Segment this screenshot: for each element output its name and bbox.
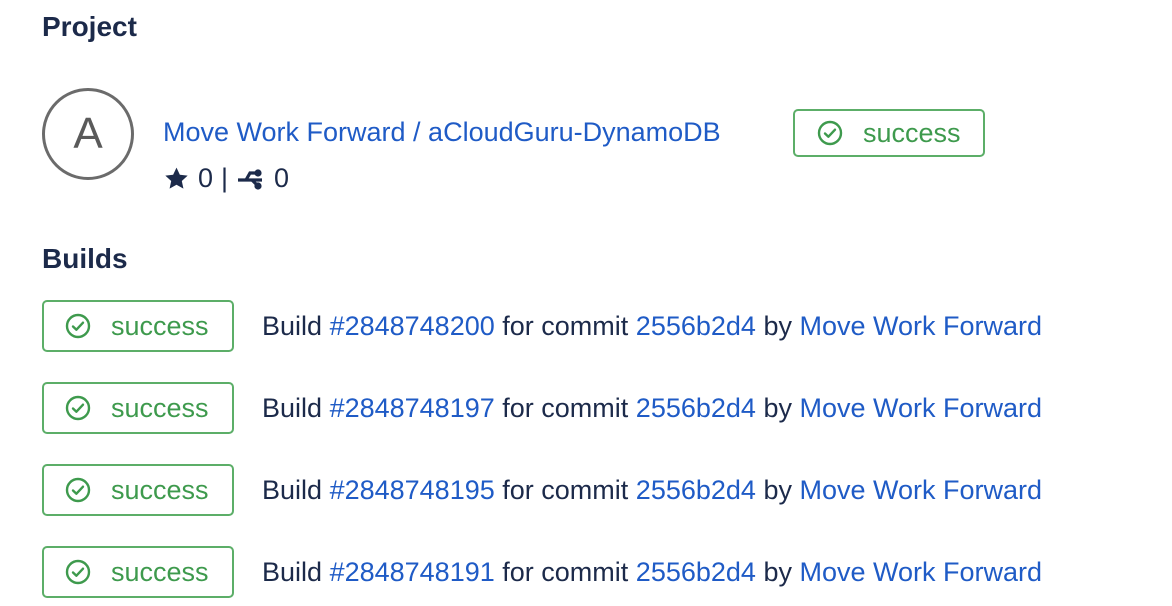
build-word: Build — [262, 393, 323, 423]
by-text: by — [763, 475, 792, 505]
project-avatar[interactable]: A — [42, 88, 134, 180]
for-commit-text: for commit — [502, 393, 629, 423]
commit-link[interactable]: 2556b2d4 — [636, 311, 756, 341]
avatar-letter: A — [73, 109, 103, 158]
fork-count: 0 — [274, 163, 290, 193]
build-status-badge[interactable]: success — [42, 382, 234, 434]
author-link[interactable]: Move Work Forward — [800, 393, 1043, 423]
build-word: Build — [262, 475, 323, 505]
build-status-badge[interactable]: success — [42, 546, 234, 598]
build-status-badge[interactable]: success — [42, 464, 234, 516]
status-label: success — [111, 392, 209, 423]
project-name-link[interactable]: Move Work Forward / aCloudGuru-DynamoDB — [163, 117, 721, 148]
build-word: Build — [262, 311, 323, 341]
by-text: by — [763, 393, 792, 423]
status-label: success — [111, 474, 209, 505]
by-text: by — [763, 557, 792, 587]
author-link[interactable]: Move Work Forward — [800, 311, 1043, 341]
for-commit-text: for commit — [502, 311, 629, 341]
builds-heading: Builds — [42, 243, 128, 274]
project-heading: Project — [42, 11, 137, 42]
status-label: success — [111, 310, 209, 341]
commit-link[interactable]: 2556b2d4 — [636, 393, 756, 423]
project-stats: 0 | 0 — [163, 163, 289, 194]
build-number-link[interactable]: #2848748197 — [330, 393, 495, 423]
fork-icon — [236, 166, 266, 192]
build-description: Build #2848748191 for commit 2556b2d4 by… — [262, 557, 1042, 588]
build-row: success Build #2848748197 for commit 255… — [42, 382, 1162, 434]
for-commit-text: for commit — [502, 475, 629, 505]
star-icon — [163, 166, 190, 192]
status-label: success — [111, 556, 209, 587]
star-count: 0 — [198, 163, 214, 193]
build-word: Build — [262, 557, 323, 587]
author-link[interactable]: Move Work Forward — [800, 475, 1043, 505]
for-commit-text: for commit — [502, 557, 629, 587]
build-number-link[interactable]: #2848748200 — [330, 311, 495, 341]
author-link[interactable]: Move Work Forward — [800, 557, 1043, 587]
build-row: success Build #2848748191 for commit 255… — [42, 546, 1162, 598]
build-number-link[interactable]: #2848748195 — [330, 475, 495, 505]
check-circle-icon — [65, 559, 111, 585]
stats-separator: | — [221, 163, 229, 193]
build-description: Build #2848748197 for commit 2556b2d4 by… — [262, 393, 1042, 424]
commit-link[interactable]: 2556b2d4 — [636, 475, 756, 505]
build-description: Build #2848748200 for commit 2556b2d4 by… — [262, 311, 1042, 342]
by-text: by — [763, 311, 792, 341]
build-status-badge[interactable]: success — [42, 300, 234, 352]
build-row: success Build #2848748195 for commit 255… — [42, 464, 1162, 516]
build-row: success Build #2848748200 for commit 255… — [42, 300, 1162, 352]
build-number-link[interactable]: #2848748191 — [330, 557, 495, 587]
status-label: success — [863, 117, 961, 148]
check-circle-icon — [817, 120, 863, 146]
commit-link[interactable]: 2556b2d4 — [636, 557, 756, 587]
build-description: Build #2848748195 for commit 2556b2d4 by… — [262, 475, 1042, 506]
check-circle-icon — [65, 395, 111, 421]
check-circle-icon — [65, 313, 111, 339]
check-circle-icon — [65, 477, 111, 503]
project-status-badge[interactable]: success — [793, 109, 985, 157]
